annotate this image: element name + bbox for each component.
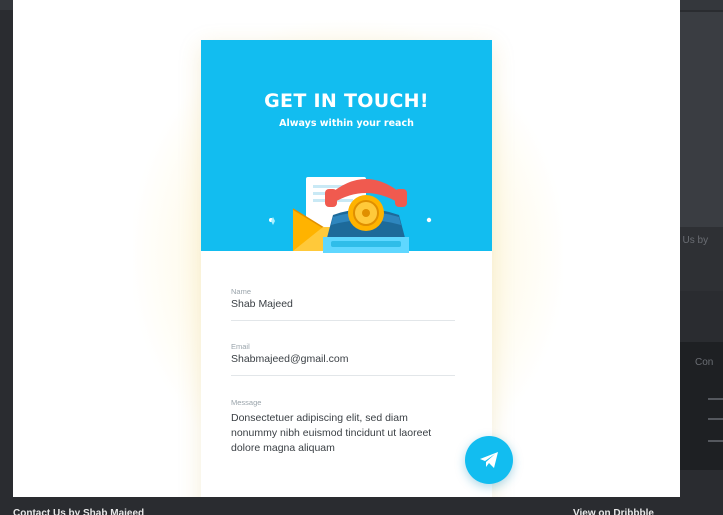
- background-shot-title-text: ct Us by: [680, 235, 709, 246]
- view-on-dribbble-link[interactable]: View on Dribbble: [573, 504, 683, 515]
- contact-card-hero: GET IN TOUCH! Always within your reach: [201, 40, 492, 253]
- shot-image-lightbox: GET IN TOUCH! Always within your reach N…: [13, 0, 680, 497]
- email-field-label: Email: [231, 342, 250, 351]
- shot-title-link[interactable]: Contact Us by Shab Majeed: [13, 504, 313, 515]
- background-panel-line: [708, 418, 723, 420]
- send-button[interactable]: [465, 436, 513, 484]
- message-field[interactable]: Message Donsectetuer adipiscing elit, se…: [231, 398, 455, 456]
- telephone-icon: [323, 179, 409, 253]
- contact-card: GET IN TOUCH! Always within your reach N…: [201, 40, 492, 497]
- background-panel-line: [708, 398, 723, 400]
- background-panel-title-text: Con: [695, 357, 714, 368]
- message-field-value[interactable]: Donsectetuer adipiscing elit, sed diam n…: [231, 411, 455, 456]
- name-field-value[interactable]: Shab Majeed: [231, 298, 455, 310]
- background-shot-title[interactable]: ct Us by: [680, 235, 723, 249]
- hero-subtitle: Always within your reach: [279, 118, 414, 129]
- dribbble-shot-page: ct Us by Con GET IN TOUCH! Always within…: [0, 0, 723, 515]
- name-field-underline: [231, 320, 455, 321]
- hero-title: GET IN TOUCH!: [264, 90, 429, 112]
- message-field-label: Message: [231, 398, 262, 407]
- email-field-value[interactable]: Shabmajeed@gmail.com: [231, 353, 455, 365]
- email-field-underline: [231, 375, 455, 376]
- name-field[interactable]: Name Shab Majeed: [231, 287, 455, 321]
- telephone-envelope-illustration: [269, 177, 432, 253]
- email-field[interactable]: Email Shabmajeed@gmail.com: [231, 342, 455, 376]
- background-shot-thumbnail[interactable]: [680, 12, 723, 227]
- background-panel-line: [708, 440, 723, 442]
- name-field-label: Name: [231, 287, 252, 296]
- background-panel-title: Con: [680, 357, 723, 371]
- paper-plane-icon: [480, 452, 498, 468]
